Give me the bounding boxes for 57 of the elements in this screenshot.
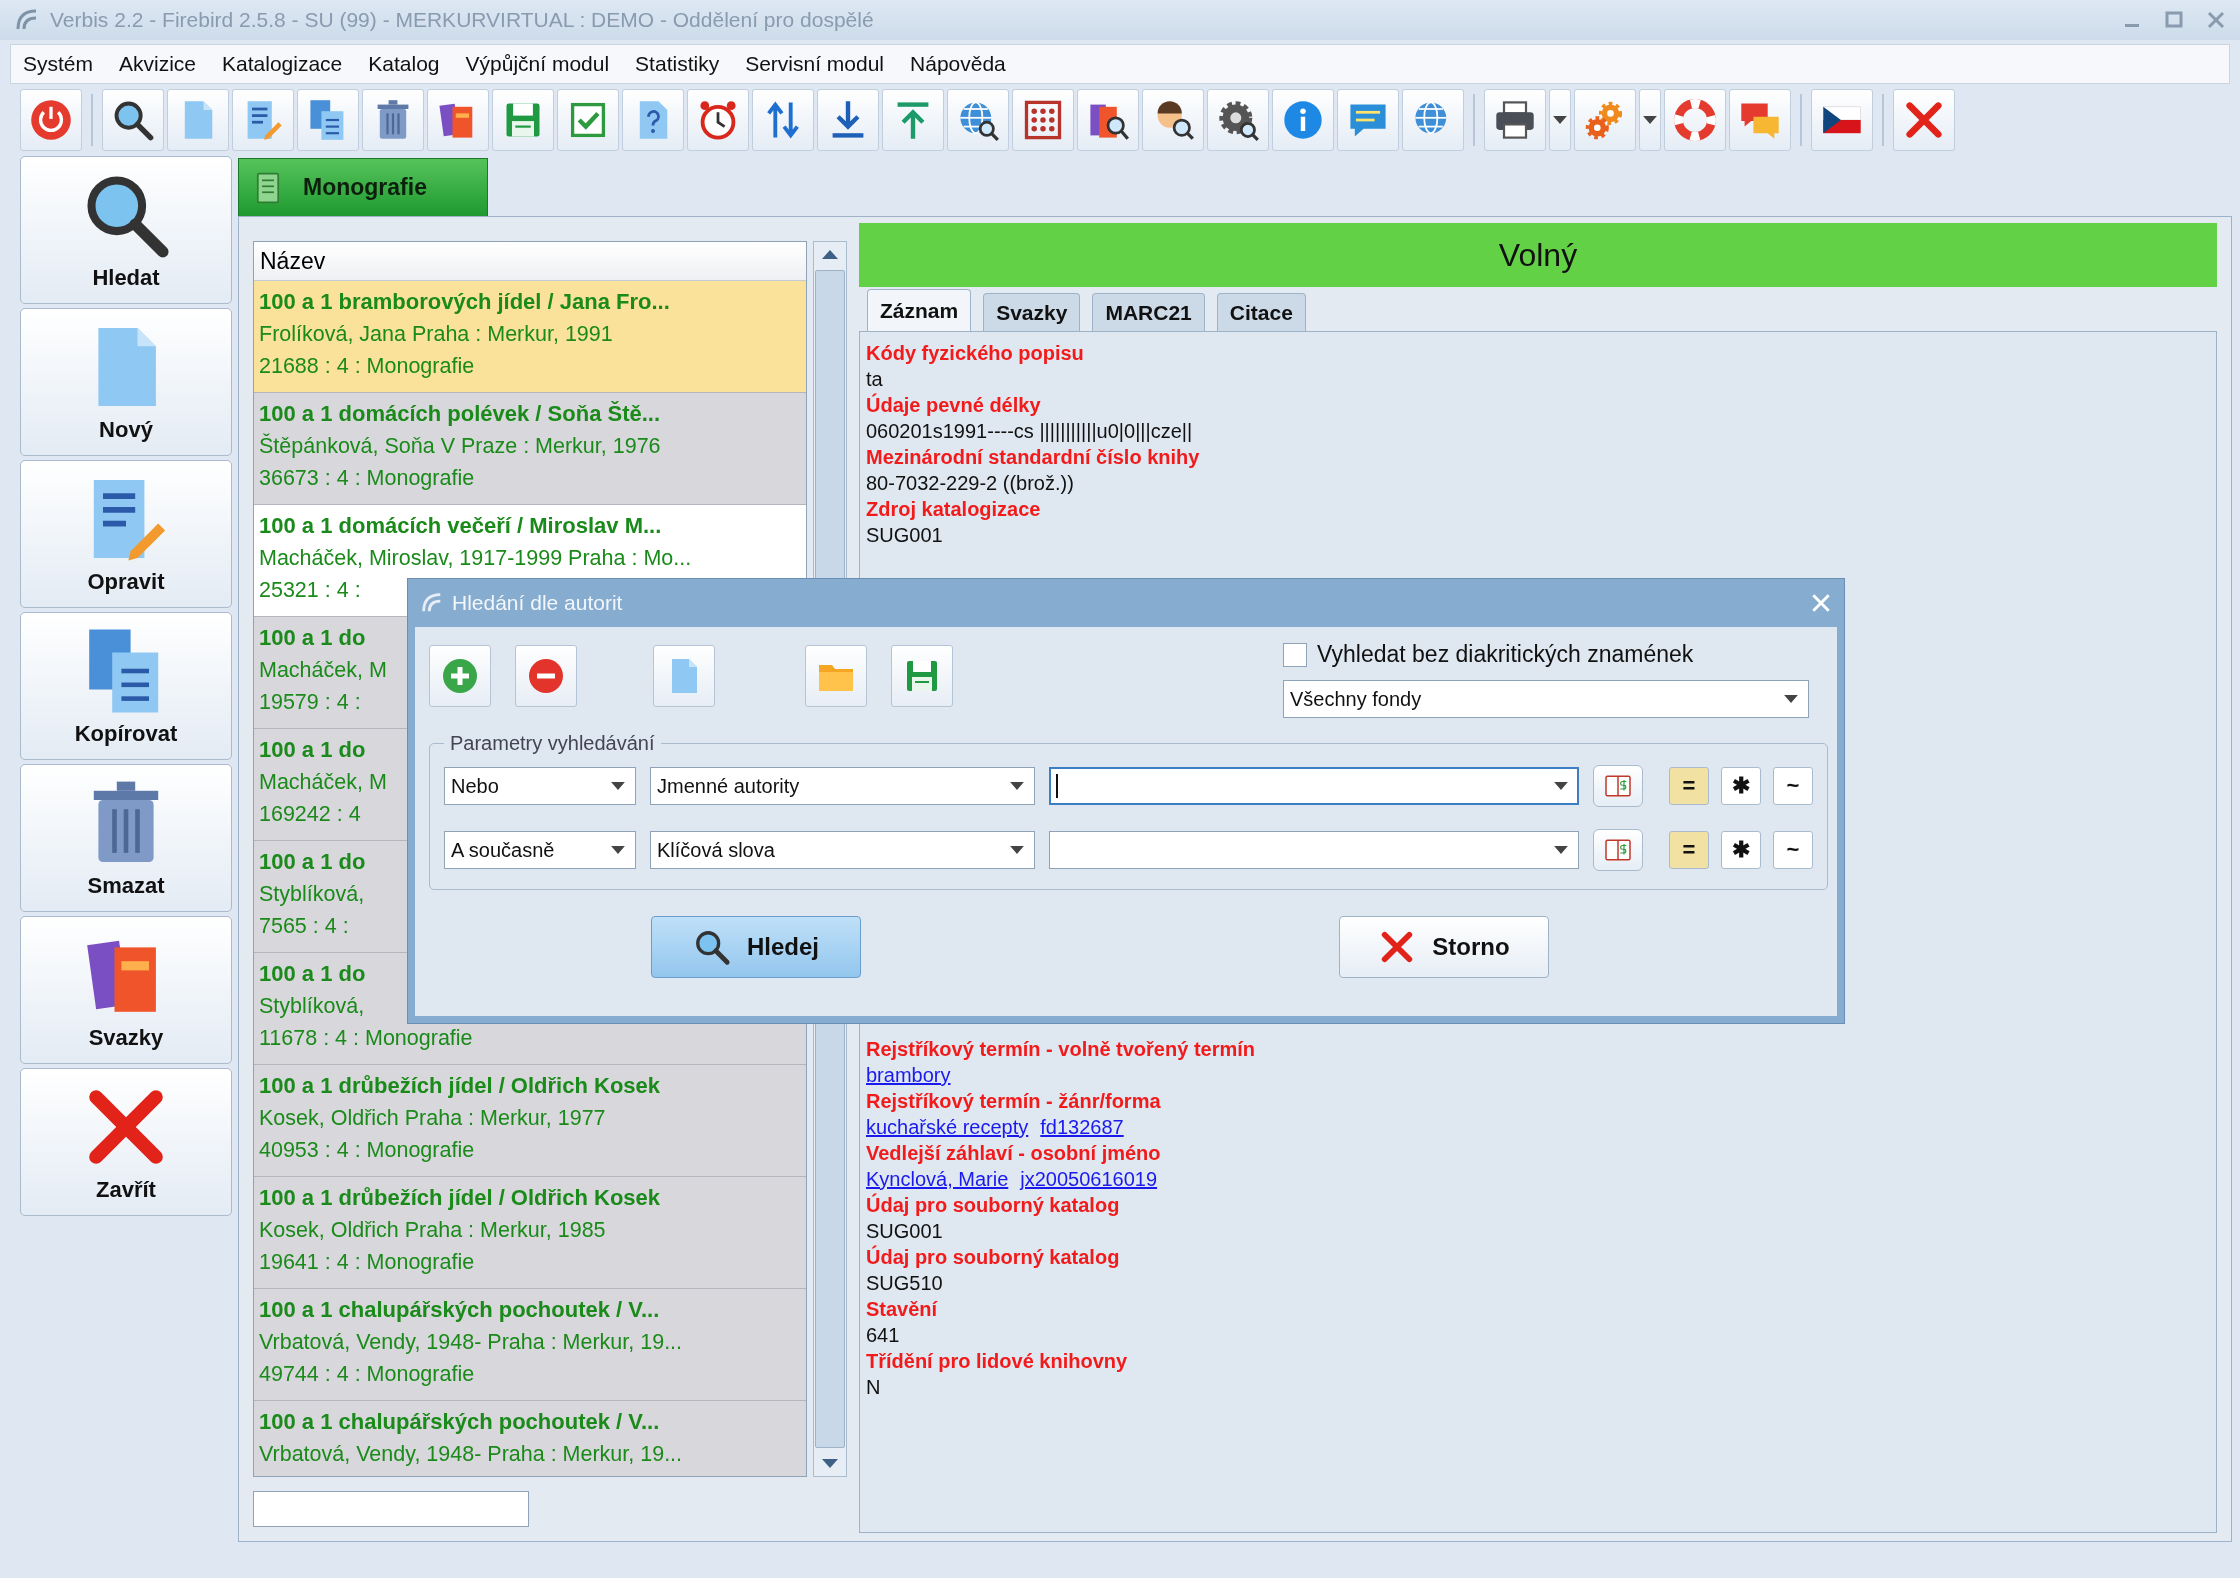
field-value: ta bbox=[866, 367, 883, 392]
book-title: 100 a 1 domácích večeří / Miroslav M... bbox=[259, 512, 662, 540]
record-info: 49744 : 4 : Monografie bbox=[259, 1361, 475, 1388]
author-line: Styblíková, bbox=[259, 993, 365, 1020]
record-info: 7565 : 4 : bbox=[259, 913, 349, 940]
book-title: 100 a 1 do bbox=[259, 960, 366, 988]
author-line: Vrbatová, Vendy, 1948- Praha : Merkur, 19... bbox=[259, 1329, 683, 1356]
field-label: Vedlejší záhlaví - osobní jméno bbox=[866, 1141, 1161, 1166]
dialog-title: Hledání dle autorit bbox=[452, 591, 623, 615]
record-info: 25321 : 4 : bbox=[259, 577, 361, 604]
field-value: 80-7032-229-2 ((brož.)) bbox=[866, 471, 1074, 496]
field-value: 060201s1991----cs |||||||||||u0|0|||cze|| bbox=[866, 419, 1193, 444]
book-title: 100 a 1 do bbox=[259, 736, 366, 764]
record-info: 21688 : 4 : Monografie bbox=[259, 353, 475, 380]
field-value: N bbox=[866, 1375, 881, 1400]
tab-label: Monografie bbox=[303, 174, 427, 201]
field-label: Rejstříkový termín - žánr/forma bbox=[866, 1089, 1161, 1114]
author-line: Kosek, Oldřich Praha : Merkur, 1977 bbox=[259, 1105, 606, 1132]
author-line: Vrbatová, Vendy, 1948- Praha : Merkur, 19... bbox=[259, 1441, 683, 1468]
record-info: 19641 : 4 : Monografie bbox=[259, 1249, 475, 1276]
record-info: 19579 : 4 : bbox=[259, 689, 361, 716]
field-value: SUG001 bbox=[866, 523, 943, 548]
author-line: Macháček, M bbox=[259, 769, 387, 796]
book-title: 100 a 1 chalupářských pochoutek / V... bbox=[259, 1296, 660, 1324]
book-title: 100 a 1 drůbežích jídel / Oldřich Kosek bbox=[259, 1072, 661, 1100]
record-info: 40953 : 4 : Monografie bbox=[259, 1137, 475, 1164]
field-value: 641 bbox=[866, 1323, 900, 1348]
checkbox-label: Vyhledat bez diakritických znamének bbox=[1317, 641, 1694, 668]
record-info: 36673 : 4 : Monografie bbox=[259, 465, 475, 492]
book-title: 100 a 1 domácích polévek / Soňa Ště... bbox=[259, 400, 661, 428]
status-banner: Volný bbox=[859, 223, 2217, 287]
author-line: Štěpánková, Soňa V Praze : Merkur, 1976 bbox=[259, 432, 661, 460]
book-title: 100 a 1 bramborových jídel / Jana Fro... bbox=[259, 288, 670, 316]
book-title: 100 a 1 chalupářských pochoutek / V... bbox=[259, 1408, 660, 1436]
book-title: 100 a 1 do bbox=[259, 848, 366, 876]
book-title: 100 a 1 drůbežích jídel / Oldřich Kosek bbox=[259, 1184, 661, 1212]
record-info: 11678 : 4 : Monografie bbox=[259, 1025, 473, 1052]
field-value: SUG510 bbox=[866, 1271, 943, 1296]
field-label: Zdroj katalogizace bbox=[866, 497, 1041, 522]
field-label: Mezinárodní standardní číslo knihy bbox=[866, 445, 1200, 470]
field-label: Údaj pro souborný katalog bbox=[866, 1192, 1120, 1218]
field-label: Údaj pro souborný katalog bbox=[866, 1244, 1120, 1270]
author-line: Styblíková, bbox=[259, 881, 365, 908]
field-label: Rejstříkový termín - volně tvořený termín bbox=[866, 1037, 1255, 1062]
author-line: Frolíková, Jana Praha : Merkur, 1991 bbox=[259, 321, 613, 348]
book-title: 100 a 1 do bbox=[259, 624, 366, 652]
field-label: Údaje pevné délky bbox=[866, 392, 1041, 418]
field-value: SUG001 bbox=[866, 1219, 943, 1244]
group-label: Parametry vyhledávání bbox=[449, 732, 656, 755]
field-label: Kódy fyzického popisu bbox=[866, 341, 1084, 366]
record-info: 169242 : 4 bbox=[259, 801, 361, 828]
window-title: Verbis 2.2 - Firebird 2.5.8 - SU (99) - MERKURVIRTUAL : DEMO - Oddělení pro dospělé bbox=[50, 8, 874, 32]
field-label: Třídění pro lidové knihovny bbox=[866, 1349, 1128, 1374]
author-line: Macháček, M bbox=[259, 657, 387, 684]
author-line: Kosek, Oldřich Praha : Merkur, 1985 bbox=[259, 1217, 606, 1244]
author-line: Macháček, Miroslav, 1917-1999 Praha : Mo... bbox=[259, 545, 692, 572]
field-label: Stavění bbox=[866, 1297, 938, 1322]
